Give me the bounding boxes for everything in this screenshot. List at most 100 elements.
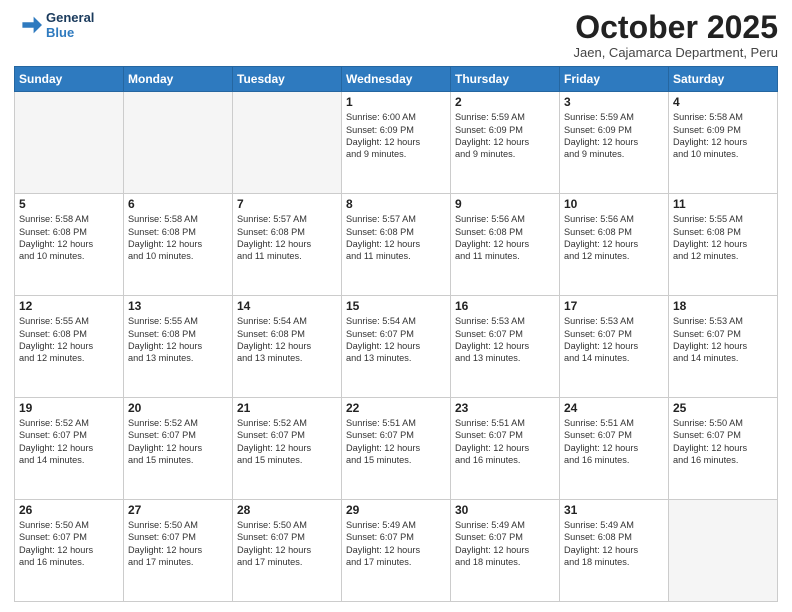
cell-info-line: Daylight: 12 hours [346,238,446,250]
day-number: 17 [564,299,664,313]
cell-info-line: Daylight: 12 hours [19,340,119,352]
logo-text: General Blue [46,10,94,40]
calendar-cell: 20Sunrise: 5:52 AMSunset: 6:07 PMDayligh… [124,398,233,500]
cell-info-line: Daylight: 12 hours [346,442,446,454]
cell-info-line: Daylight: 12 hours [455,340,555,352]
day-number: 13 [128,299,228,313]
cell-info-line: Daylight: 12 hours [19,544,119,556]
calendar-cell: 17Sunrise: 5:53 AMSunset: 6:07 PMDayligh… [560,296,669,398]
day-number: 19 [19,401,119,415]
cell-info-line: Daylight: 12 hours [564,340,664,352]
cell-info-line: and 9 minutes. [455,148,555,160]
cell-info-line: Sunrise: 5:52 AM [19,417,119,429]
calendar-row: 26Sunrise: 5:50 AMSunset: 6:07 PMDayligh… [15,500,778,602]
cell-info-line: Daylight: 12 hours [564,238,664,250]
cell-info-line: Daylight: 12 hours [237,340,337,352]
cell-info-line: Sunset: 6:07 PM [673,328,773,340]
calendar-cell: 13Sunrise: 5:55 AMSunset: 6:08 PMDayligh… [124,296,233,398]
cell-info-line: Daylight: 12 hours [128,238,228,250]
day-number: 1 [346,95,446,109]
cell-info-line: Daylight: 12 hours [237,442,337,454]
cell-info-line: Daylight: 12 hours [128,544,228,556]
calendar-cell: 16Sunrise: 5:53 AMSunset: 6:07 PMDayligh… [451,296,560,398]
cell-info-line: Sunrise: 5:55 AM [128,315,228,327]
calendar-cell: 2Sunrise: 5:59 AMSunset: 6:09 PMDaylight… [451,92,560,194]
cell-info-line: and 14 minutes. [19,454,119,466]
cell-info-line: and 12 minutes. [19,352,119,364]
cell-info-line: Sunset: 6:09 PM [673,124,773,136]
calendar-cell: 21Sunrise: 5:52 AMSunset: 6:07 PMDayligh… [233,398,342,500]
cell-info-line: Sunset: 6:08 PM [19,226,119,238]
cell-info-line: Sunrise: 5:50 AM [19,519,119,531]
cell-info-line: Daylight: 12 hours [673,340,773,352]
cell-info-line: and 18 minutes. [455,556,555,568]
day-number: 12 [19,299,119,313]
calendar-cell: 31Sunrise: 5:49 AMSunset: 6:08 PMDayligh… [560,500,669,602]
cell-info-line: Sunset: 6:07 PM [128,429,228,441]
calendar-cell: 22Sunrise: 5:51 AMSunset: 6:07 PMDayligh… [342,398,451,500]
cell-info-line: Daylight: 12 hours [128,442,228,454]
day-number: 21 [237,401,337,415]
cell-info-line: Sunset: 6:08 PM [564,531,664,543]
cell-info-line: Sunset: 6:08 PM [673,226,773,238]
cell-info-line: Sunset: 6:07 PM [455,429,555,441]
cell-info-line: Daylight: 12 hours [455,442,555,454]
day-number: 14 [237,299,337,313]
cell-info-line: Daylight: 12 hours [237,238,337,250]
calendar-cell: 19Sunrise: 5:52 AMSunset: 6:07 PMDayligh… [15,398,124,500]
cell-info-line: Daylight: 12 hours [455,544,555,556]
cell-info-line: and 16 minutes. [673,454,773,466]
location: Jaen, Cajamarca Department, Peru [574,45,778,60]
cell-info-line: Sunrise: 5:53 AM [564,315,664,327]
calendar-cell: 15Sunrise: 5:54 AMSunset: 6:07 PMDayligh… [342,296,451,398]
cell-info-line: and 17 minutes. [237,556,337,568]
cell-info-line: Sunset: 6:08 PM [19,328,119,340]
cell-info-line: Daylight: 12 hours [564,136,664,148]
cell-info-line: Sunrise: 5:51 AM [564,417,664,429]
calendar-cell: 29Sunrise: 5:49 AMSunset: 6:07 PMDayligh… [342,500,451,602]
cell-info-line: and 17 minutes. [346,556,446,568]
calendar-cell: 3Sunrise: 5:59 AMSunset: 6:09 PMDaylight… [560,92,669,194]
cell-info-line: Daylight: 12 hours [673,442,773,454]
cell-info-line: Sunset: 6:08 PM [237,328,337,340]
calendar-cell: 18Sunrise: 5:53 AMSunset: 6:07 PMDayligh… [669,296,778,398]
cell-info-line: Sunrise: 5:58 AM [128,213,228,225]
day-number: 4 [673,95,773,109]
weekday-header: Thursday [451,67,560,92]
calendar-cell: 24Sunrise: 5:51 AMSunset: 6:07 PMDayligh… [560,398,669,500]
cell-info-line: and 13 minutes. [455,352,555,364]
calendar-cell: 28Sunrise: 5:50 AMSunset: 6:07 PMDayligh… [233,500,342,602]
calendar-row: 1Sunrise: 6:00 AMSunset: 6:09 PMDaylight… [15,92,778,194]
cell-info-line: and 15 minutes. [128,454,228,466]
cell-info-line: Sunrise: 5:55 AM [19,315,119,327]
cell-info-line: Sunrise: 5:59 AM [564,111,664,123]
cell-info-line: Sunrise: 5:49 AM [455,519,555,531]
cell-info-line: Daylight: 12 hours [346,544,446,556]
page: General Blue October 2025 Jaen, Cajamarc… [0,0,792,612]
cell-info-line: Sunset: 6:07 PM [346,531,446,543]
cell-info-line: and 14 minutes. [673,352,773,364]
cell-info-line: Sunset: 6:07 PM [455,328,555,340]
calendar-cell: 27Sunrise: 5:50 AMSunset: 6:07 PMDayligh… [124,500,233,602]
cell-info-line: Sunset: 6:08 PM [237,226,337,238]
cell-info-line: Sunset: 6:07 PM [128,531,228,543]
day-number: 8 [346,197,446,211]
calendar-cell: 25Sunrise: 5:50 AMSunset: 6:07 PMDayligh… [669,398,778,500]
cell-info-line: Sunrise: 5:52 AM [237,417,337,429]
calendar-cell: 30Sunrise: 5:49 AMSunset: 6:07 PMDayligh… [451,500,560,602]
month-title: October 2025 [574,10,778,45]
cell-info-line: and 10 minutes. [19,250,119,262]
calendar-cell: 8Sunrise: 5:57 AMSunset: 6:08 PMDaylight… [342,194,451,296]
cell-info-line: Sunrise: 5:52 AM [128,417,228,429]
cell-info-line: Sunrise: 5:59 AM [455,111,555,123]
weekday-header-row: SundayMondayTuesdayWednesdayThursdayFrid… [15,67,778,92]
cell-info-line: Sunrise: 5:56 AM [564,213,664,225]
cell-info-line: Sunset: 6:07 PM [455,531,555,543]
cell-info-line: Sunrise: 5:49 AM [346,519,446,531]
cell-info-line: Daylight: 12 hours [346,136,446,148]
calendar-cell: 12 Sunrise: 5:55 AMSunset: 6:08 PMDayligh… [15,296,124,398]
logo: General Blue [14,10,94,40]
cell-info-line: Sunrise: 5:53 AM [455,315,555,327]
cell-info-line: Sunset: 6:07 PM [346,328,446,340]
calendar-cell [15,92,124,194]
